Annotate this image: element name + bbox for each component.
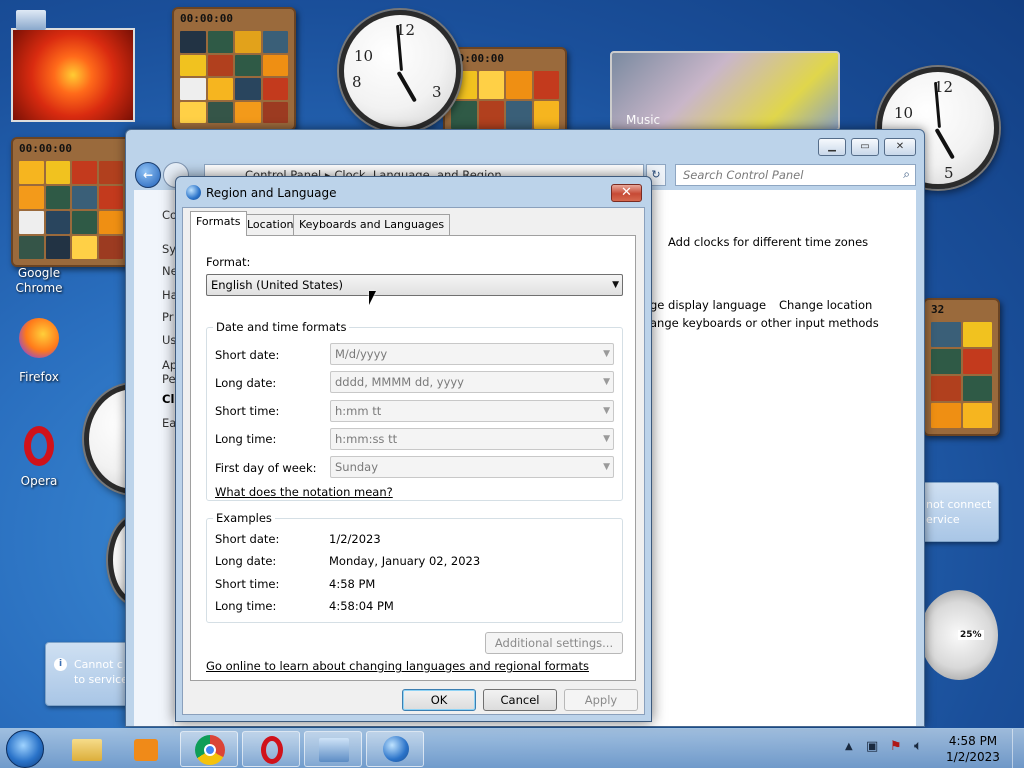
music-label: Music [626,113,661,127]
example-long-date: Monday, January 02, 2023 [329,554,481,568]
info-icon: i [54,658,67,671]
opera-icon [261,736,283,764]
firefox-desktop-icon[interactable]: Firefox [4,318,74,384]
long-date-label: Long date: [215,376,277,390]
control-panel-icon [319,738,349,762]
action-center-icon[interactable]: ⚑ [890,739,902,754]
puzzle-timer: 32 [931,303,945,316]
picture-puzzle-gadget[interactable]: 00:00:00 [11,137,131,267]
gadget-connection-toast: i Cannot c to service [45,642,129,706]
windows-explorer-taskbar-icon[interactable] [58,731,116,767]
dropdown-arrow-icon: ▼ [603,349,610,359]
long-time-label: Long time: [215,432,277,446]
online-learn-link[interactable]: Go online to learn about changing langua… [206,659,589,673]
format-label: Format: [206,255,251,269]
examples-group: Examples Short date: 1/2/2023 Long date:… [206,511,623,623]
short-time-dropdown[interactable]: h:mm tt ▼ [330,400,614,422]
date-time-formats-group: Date and time formats Short date: M/d/yy… [206,320,623,501]
cancel-button[interactable]: Cancel [483,689,557,711]
dropdown-arrow-icon: ▼ [603,434,610,444]
picture-puzzle-gadget[interactable]: 00:00:00 [172,7,296,131]
network-icon[interactable]: ▣ [866,739,878,754]
firefox-icon [19,318,59,358]
change-location-link[interactable]: Change location [779,298,872,312]
search-input[interactable]: Search Control Panel ⌕ [675,164,916,186]
control-panel-taskbar-icon[interactable] [304,731,362,767]
meter-percent: 25% [958,630,984,640]
ok-button[interactable]: OK [402,689,476,711]
gadget-connection-toast: not connect ervice [915,482,999,542]
format-dropdown[interactable]: English (United States) ▼ [206,274,623,296]
chrome-taskbar-icon[interactable] [180,731,238,767]
minimize-button[interactable]: ▁ [818,138,846,156]
media-player-taskbar-icon[interactable] [118,731,176,767]
long-date-dropdown[interactable]: dddd, MMMM dd, yyyy ▼ [330,371,614,393]
region-language-dialog: Region and Language ✕ Formats Location K… [175,176,652,722]
first-day-dropdown[interactable]: Sunday ▼ [330,456,614,478]
notation-link[interactable]: What does the notation mean? [215,485,393,499]
region-language-taskbar-icon[interactable] [366,731,424,767]
dropdown-arrow-icon: ▼ [603,406,610,416]
additional-settings-button[interactable]: Additional settings... [485,632,623,654]
mouse-cursor-icon [369,291,376,305]
opera-icon [24,426,54,466]
picture-puzzle-gadget[interactable]: 32 [923,298,1000,436]
clock-date: 1/2/2023 [946,750,1000,764]
add-clocks-link[interactable]: Add clocks for different time zones [668,235,868,249]
opera-desktop-icon[interactable]: Opera [4,426,74,488]
desktop-icon-label: Google Chrome [15,266,63,295]
apply-button[interactable]: Apply [564,689,638,711]
start-button[interactable] [6,730,44,768]
dialog-title: Region and Language [206,186,337,200]
system-clock[interactable]: 4:58 PM 1/2/2023 [938,733,1008,765]
display-language-link[interactable]: ge display language [650,298,766,312]
globe-icon [186,185,201,200]
keyboards-link[interactable]: ange keyboards or other input methods [650,316,879,330]
example-short-date: 1/2/2023 [329,532,381,546]
search-icon[interactable]: ⌕ [903,167,910,182]
left-nav: Co Sy Ne Ha Pr Us Ap Pe Cl Ea [134,190,178,726]
tab-keyboards-languages[interactable]: Keyboards and Languages [293,214,451,235]
globe-icon [383,736,409,762]
example-long-time: 4:58:04 PM [329,599,394,613]
taskbar: ▲ ▣ ⚑ 🔈︎ 4:58 PM 1/2/2023 [0,728,1024,768]
recycle-bin-icon[interactable] [16,10,46,30]
maximize-button[interactable]: ▭ [851,138,879,156]
tab-location[interactable]: Location [241,214,300,235]
show-desktop-button[interactable] [1012,729,1024,768]
media-gadget[interactable]: Music [610,51,840,131]
clock-gadget[interactable]: 12 10 8 3 [339,10,461,132]
long-time-dropdown[interactable]: h:mm:ss tt ▼ [330,428,614,450]
picture-puzzle-gadget[interactable]: 00:00:00 [443,47,567,137]
back-button[interactable]: ← [135,162,161,188]
desktop-icon-label: Opera [20,474,58,488]
slideshow-gadget[interactable] [11,28,135,122]
puzzle-timer: 00:00:00 [19,142,72,155]
example-short-time: 4:58 PM [329,577,376,591]
opera-taskbar-icon[interactable] [242,731,300,767]
media-player-icon [134,739,158,761]
puzzle-timer: 00:00:00 [180,12,233,25]
desktop-icon-label: Firefox [19,370,59,384]
dropdown-arrow-icon: ▼ [612,280,619,290]
tab-formats[interactable]: Formats [190,211,247,236]
dropdown-arrow-icon: ▼ [603,377,610,387]
clock-time: 4:58 PM [948,734,998,748]
dropdown-arrow-icon: ▼ [603,462,610,472]
volume-icon[interactable]: 🔈︎ [914,738,922,754]
cpu-meter-gadget[interactable]: 25% [920,590,998,680]
formats-panel: Format: English (United States) ▼ Date a… [190,235,636,681]
short-date-dropdown[interactable]: M/d/yyyy ▼ [330,343,614,365]
show-hidden-icons-button[interactable]: ▲ [845,741,853,752]
close-button[interactable]: ✕ [884,138,916,156]
dialog-close-button[interactable]: ✕ [611,184,642,202]
folder-icon [72,739,102,761]
short-time-label: Short time: [215,404,280,418]
chrome-desktop-icon[interactable]: Google Chrome [4,266,74,296]
short-date-label: Short date: [215,348,280,362]
first-day-label: First day of week: [215,461,317,475]
